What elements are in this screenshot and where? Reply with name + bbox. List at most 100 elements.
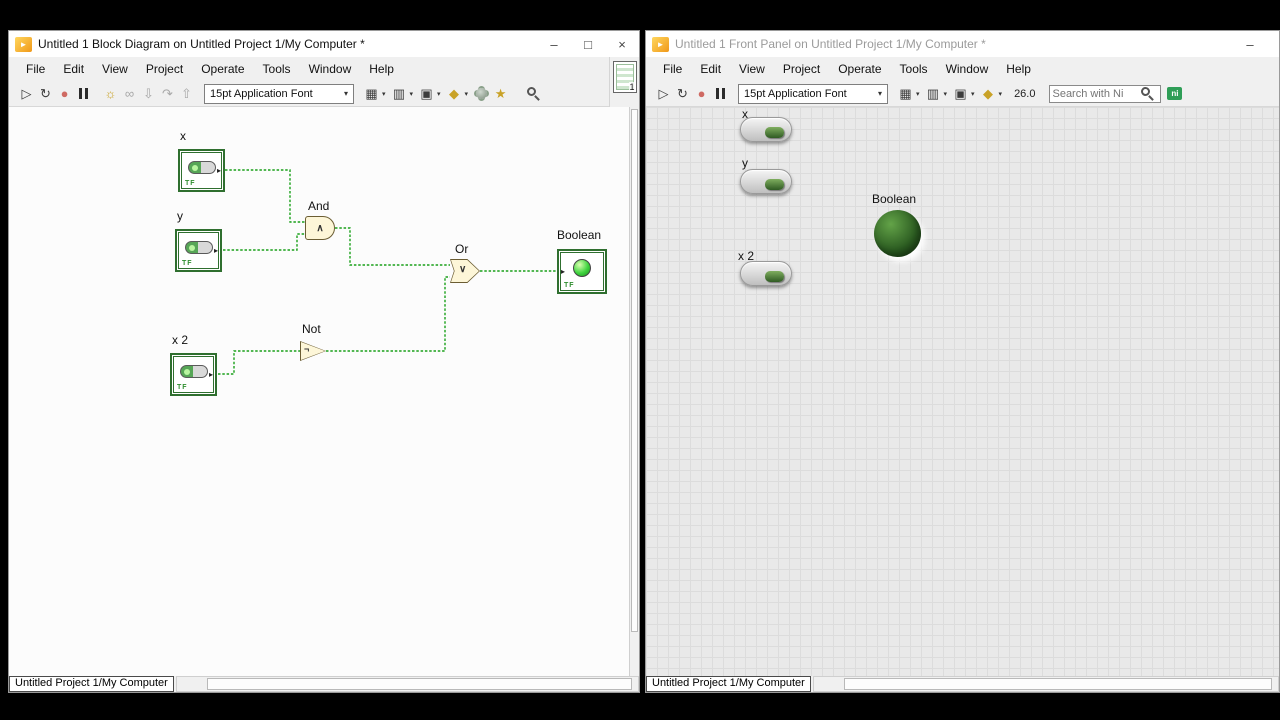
wire-and-to-or[interactable]	[335, 227, 450, 266]
run-button[interactable]: ▷	[17, 84, 36, 104]
resize-objects-button[interactable]: ▣	[417, 84, 436, 104]
titlebar[interactable]: ► Untitled 1 Block Diagram on Untitled P…	[9, 31, 639, 57]
menu-help[interactable]: Help	[360, 57, 403, 81]
font-selector[interactable]: 15pt Application Font ▾	[204, 83, 354, 104]
or-glyph: ∨	[459, 264, 467, 275]
menu-operate[interactable]: Operate	[192, 57, 253, 81]
boolean-control-terminal-x[interactable]: TF ▸	[178, 149, 225, 192]
titlebar[interactable]: ► Untitled 1 Front Panel on Untitled Pro…	[646, 31, 1279, 57]
horizontal-scrollbar[interactable]	[812, 676, 1279, 692]
gate-label-not[interactable]: Not	[302, 322, 321, 336]
retain-wire-values-button[interactable]: ∞	[120, 84, 139, 104]
block-diagram-canvas[interactable]: x TF ▸ y TF ▸ x 2 TF ▸ And ∧ Or ∨ Not ¬ …	[9, 107, 639, 676]
step-over-button[interactable]: ↷	[158, 84, 177, 104]
distribute-objects-button[interactable]: ▥	[924, 84, 943, 104]
run-button[interactable]: ▷	[654, 84, 673, 104]
cleanup-diagram-button[interactable]: ★	[491, 84, 510, 104]
indicator-label-boolean[interactable]: Boolean	[557, 228, 601, 242]
menu-tools[interactable]: Tools	[891, 57, 937, 81]
run-continuously-button[interactable]: ↻	[673, 84, 692, 104]
step-out-button[interactable]: ⇧	[177, 84, 196, 104]
gear-icon[interactable]	[472, 84, 491, 104]
tf-datatype-label: TF	[564, 282, 575, 289]
reorder-button[interactable]: ◆	[979, 84, 998, 104]
terminal-inner-frame: TF ▸	[173, 356, 214, 393]
boolean-control-terminal-y[interactable]: TF ▸	[175, 229, 222, 272]
wire-y-to-and[interactable]	[223, 233, 305, 251]
gate-label-and[interactable]: And	[308, 199, 329, 213]
pause-button[interactable]	[711, 84, 730, 104]
control-label-x[interactable]: x	[180, 129, 186, 143]
wire-x2-to-not[interactable]	[218, 350, 300, 375]
control-label-y[interactable]: y	[742, 156, 748, 170]
chevron-down-icon[interactable]: ▾	[944, 90, 948, 98]
chevron-down-icon[interactable]: ▾	[971, 90, 975, 98]
wire-not-to-or[interactable]	[326, 276, 450, 352]
tf-datatype-label: TF	[182, 260, 193, 267]
slide-switch-y[interactable]	[740, 169, 792, 194]
chevron-down-icon[interactable]: ▾	[382, 90, 386, 98]
vi-icon-thumbnail: 1	[612, 61, 637, 93]
pause-button[interactable]	[74, 84, 93, 104]
control-label-y[interactable]: y	[177, 209, 183, 223]
indicator-label-boolean[interactable]: Boolean	[872, 192, 916, 206]
highlight-execution-button[interactable]: ☼	[101, 84, 120, 104]
menu-operate[interactable]: Operate	[829, 57, 890, 81]
wire-x-to-and[interactable]	[225, 169, 305, 223]
chevron-down-icon[interactable]: ▾	[465, 90, 469, 98]
abort-button[interactable]: ●	[692, 84, 711, 104]
chevron-down-icon[interactable]: ▾	[916, 90, 920, 98]
or-gate-node[interactable]: ∨	[450, 259, 480, 283]
run-continuously-button[interactable]: ↻	[36, 84, 55, 104]
boolean-led-indicator[interactable]	[874, 210, 921, 257]
vi-icon-pane[interactable]: 1	[609, 57, 639, 107]
chevron-down-icon[interactable]: ▾	[437, 90, 441, 98]
menu-file[interactable]: File	[654, 57, 691, 81]
minimize-button[interactable]: –	[1233, 31, 1267, 57]
vertical-scrollbar[interactable]	[629, 107, 639, 676]
search-box[interactable]	[1049, 84, 1162, 103]
menu-file[interactable]: File	[17, 57, 54, 81]
boolean-indicator-terminal[interactable]: TF ▸	[557, 249, 607, 294]
horizontal-scrollbar-thumb[interactable]	[206, 678, 632, 690]
reorder-button[interactable]: ◆	[445, 84, 464, 104]
vertical-scrollbar-thumb[interactable]	[631, 109, 638, 633]
menu-edit[interactable]: Edit	[54, 57, 93, 81]
resize-objects-button[interactable]: ▣	[951, 84, 970, 104]
abort-button[interactable]: ●	[55, 84, 74, 104]
menu-edit[interactable]: Edit	[691, 57, 730, 81]
align-objects-button[interactable]: ▦	[896, 84, 915, 104]
menu-project[interactable]: Project	[774, 57, 829, 81]
boolean-control-terminal-x2[interactable]: TF ▸	[170, 353, 217, 396]
horizontal-scrollbar-thumb[interactable]	[843, 678, 1272, 690]
align-objects-button[interactable]: ▦	[362, 84, 381, 104]
chevron-down-icon[interactable]: ▾	[410, 90, 414, 98]
chevron-down-icon[interactable]: ▾	[999, 90, 1003, 98]
control-label-x2[interactable]: x 2	[172, 333, 188, 347]
slide-switch-x[interactable]	[740, 117, 792, 142]
distribute-objects-button[interactable]: ▥	[390, 84, 409, 104]
minimize-button[interactable]: –	[537, 31, 571, 57]
vi-icon-number: 1	[629, 82, 635, 92]
menu-project[interactable]: Project	[137, 57, 192, 81]
gate-label-or[interactable]: Or	[455, 242, 468, 256]
not-gate-node[interactable]: ¬	[300, 341, 326, 361]
horizontal-scrollbar[interactable]	[175, 676, 639, 692]
menu-view[interactable]: View	[93, 57, 137, 81]
menu-window[interactable]: Window	[937, 57, 998, 81]
font-selector[interactable]: 15pt Application Font ▾	[738, 83, 888, 104]
close-button[interactable]: ×	[605, 31, 639, 57]
ni-logo-icon[interactable]: ni	[1167, 87, 1183, 100]
step-into-button[interactable]: ⇩	[139, 84, 158, 104]
zoom-level[interactable]: 26.0	[1014, 88, 1035, 100]
menu-tools[interactable]: Tools	[254, 57, 300, 81]
slide-switch-x2[interactable]	[740, 261, 792, 286]
search-input[interactable]	[1052, 87, 1141, 100]
and-gate-node[interactable]: ∧	[305, 216, 335, 240]
menu-window[interactable]: Window	[300, 57, 361, 81]
maximize-button[interactable]: □	[571, 31, 605, 57]
menu-help[interactable]: Help	[997, 57, 1040, 81]
front-panel-canvas[interactable]: x y Boolean x 2	[646, 107, 1279, 676]
search-button[interactable]	[524, 84, 543, 104]
menu-view[interactable]: View	[730, 57, 774, 81]
